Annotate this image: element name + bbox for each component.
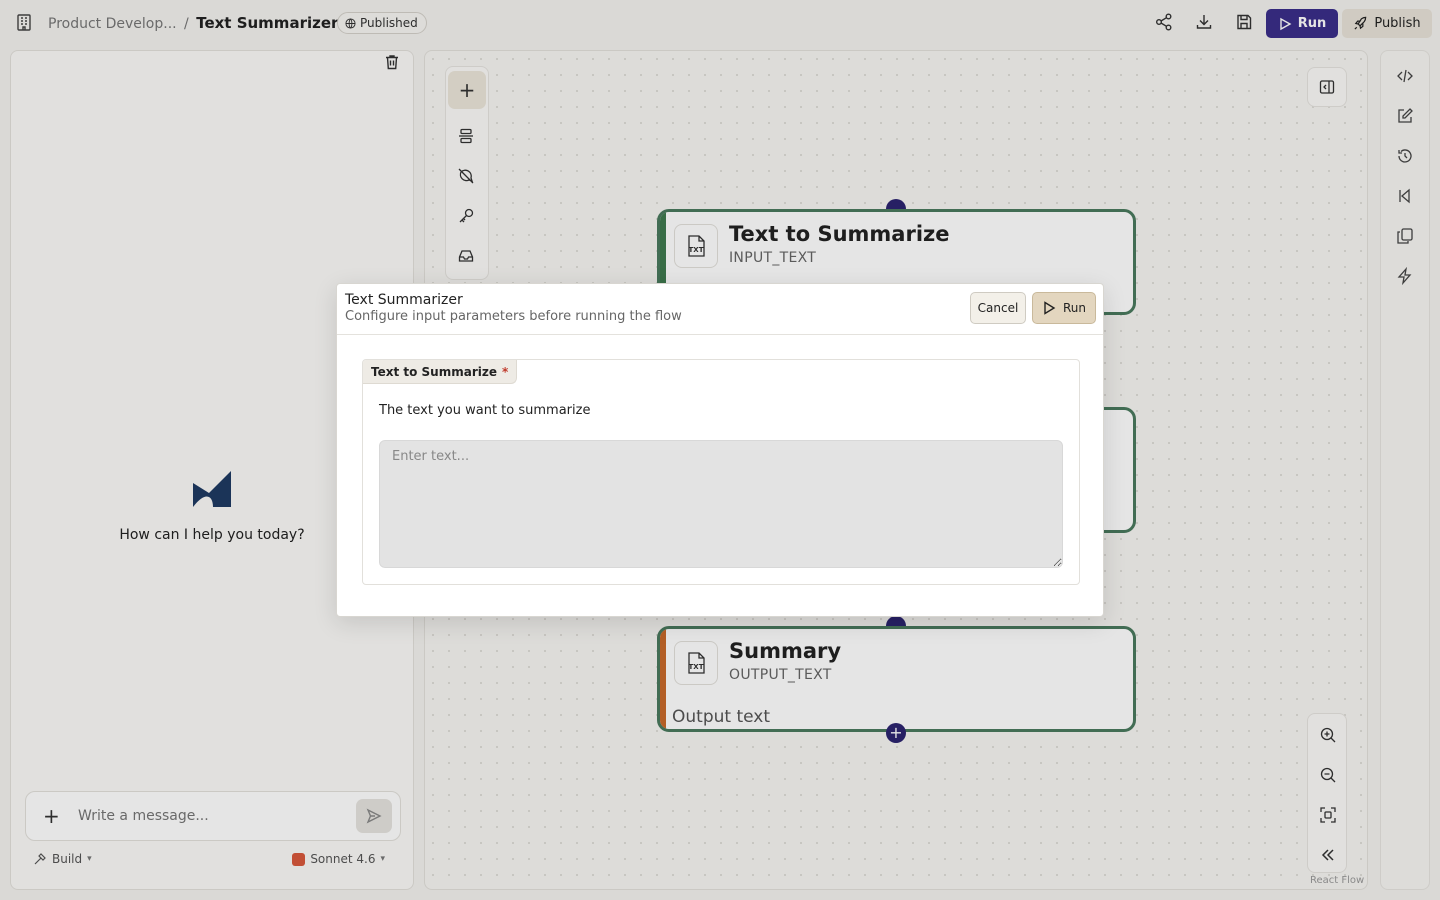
run-parameters-dialog: Text Summarizer Configure input paramete…	[336, 283, 1104, 617]
field-description: The text you want to summarize	[379, 403, 591, 418]
text-to-summarize-field: Text to Summarize * The text you want to…	[362, 359, 1080, 585]
dialog-run-button[interactable]: Run	[1032, 292, 1096, 324]
cancel-button[interactable]: Cancel	[970, 292, 1026, 324]
dialog-title: Text Summarizer	[345, 292, 463, 308]
dialog-run-label: Run	[1062, 301, 1086, 315]
required-marker: *	[502, 364, 509, 379]
dialog-subtitle: Configure input parameters before runnin…	[345, 309, 682, 324]
field-label: Text to Summarize	[371, 364, 497, 379]
field-label-tag: Text to Summarize *	[363, 360, 518, 384]
text-to-summarize-input[interactable]	[379, 440, 1063, 568]
dialog-header: Text Summarizer Configure input paramete…	[337, 284, 1103, 335]
play-icon	[1042, 301, 1056, 315]
